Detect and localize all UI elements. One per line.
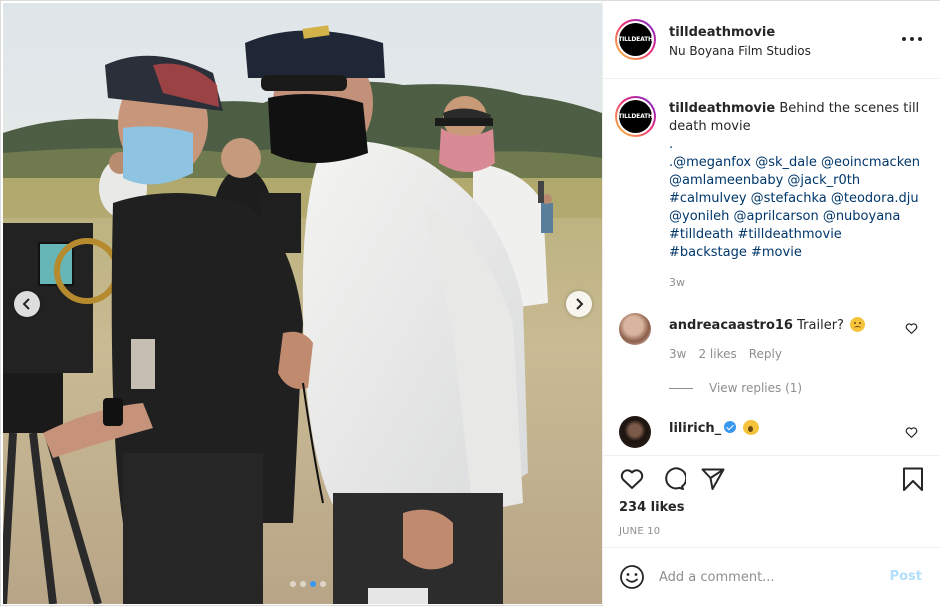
share-icon[interactable]: [700, 466, 726, 492]
caption-mentions-hashtags[interactable]: . .@meganfox @sk_dale @eoincmacken @amla…: [669, 137, 924, 260]
post-header: TILLDEATH tilldeathmovie Nu Boyana Film …: [603, 1, 940, 79]
comment-likes[interactable]: 2 likes: [698, 347, 736, 361]
commenter-avatar[interactable]: [619, 313, 651, 345]
comments-section[interactable]: TILLDEATH tilldeathmovie Behind the scen…: [603, 79, 940, 455]
comment-text: lilirich_: [669, 420, 760, 436]
heart-outline-icon[interactable]: [905, 322, 918, 335]
likes-count[interactable]: 234 likes: [619, 500, 684, 515]
behind-the-scenes-photo: [3, 3, 602, 604]
more-options-button[interactable]: [902, 31, 922, 47]
commenter-username[interactable]: lilirich_: [669, 421, 721, 436]
screaming-face-icon: [743, 420, 760, 435]
bookmark-icon[interactable]: [900, 466, 926, 492]
reply-divider: [669, 387, 693, 389]
caption-avatar[interactable]: TILLDEATH: [615, 96, 656, 137]
chevron-left-icon: [22, 298, 30, 310]
previous-slide-button[interactable]: [14, 291, 40, 317]
carousel-indicator: [3, 581, 602, 587]
carousel-dot: [299, 581, 306, 587]
carousel-dot: [309, 581, 316, 587]
heart-icon[interactable]: [619, 466, 645, 492]
author-avatar[interactable]: TILLDEATH: [615, 19, 656, 60]
view-replies-button[interactable]: View replies (1): [669, 381, 802, 395]
carousel-dot: [319, 581, 326, 587]
caption-timestamp[interactable]: 3w: [669, 276, 685, 289]
post-comment-button[interactable]: Post: [890, 569, 922, 584]
more-dot-icon: [910, 37, 914, 41]
commenter-avatar[interactable]: [619, 416, 651, 448]
author-username[interactable]: tilldeathmovie: [669, 25, 775, 40]
more-dot-icon: [902, 37, 906, 41]
caption-username[interactable]: tilldeathmovie: [669, 101, 775, 116]
commenter-username[interactable]: andreacaastro16: [669, 318, 793, 333]
avatar-logo: TILLDEATH: [618, 23, 653, 56]
post-location[interactable]: Nu Boyana Film Studios: [669, 44, 811, 58]
comment-input[interactable]: [659, 566, 879, 588]
comment-meta: 3w 2 likes Reply: [669, 347, 782, 361]
post-date[interactable]: JUNE 10: [619, 526, 660, 537]
chevron-right-icon: [576, 298, 584, 310]
avatar-logo: TILLDEATH: [618, 100, 653, 133]
comment-composer: Post: [603, 547, 940, 607]
post-photo[interactable]: [3, 3, 602, 604]
next-slide-button[interactable]: [566, 291, 592, 317]
verified-badge-icon: [724, 421, 737, 433]
more-dot-icon: [918, 37, 922, 41]
post-sidebar: TILLDEATH tilldeathmovie Nu Boyana Film …: [602, 1, 940, 607]
reply-button[interactable]: Reply: [749, 347, 782, 361]
sad-face-icon: [850, 317, 866, 332]
comment-timestamp[interactable]: 3w: [669, 347, 686, 361]
post-dialog: TILLDEATH tilldeathmovie Nu Boyana Film …: [0, 0, 940, 607]
post-caption: tilldeathmovie Behind the scenes till de…: [669, 100, 921, 262]
carousel-dot: [289, 581, 296, 587]
comment-text: andreacaastro16 Trailer?: [669, 317, 866, 333]
emoji-picker-icon[interactable]: [619, 564, 645, 590]
comment-icon[interactable]: [660, 466, 686, 492]
view-replies-label: View replies (1): [709, 381, 803, 395]
comment-body: Trailer?: [797, 318, 844, 333]
post-actions: 234 likes JUNE 10: [603, 455, 940, 547]
heart-outline-icon[interactable]: [905, 426, 918, 439]
